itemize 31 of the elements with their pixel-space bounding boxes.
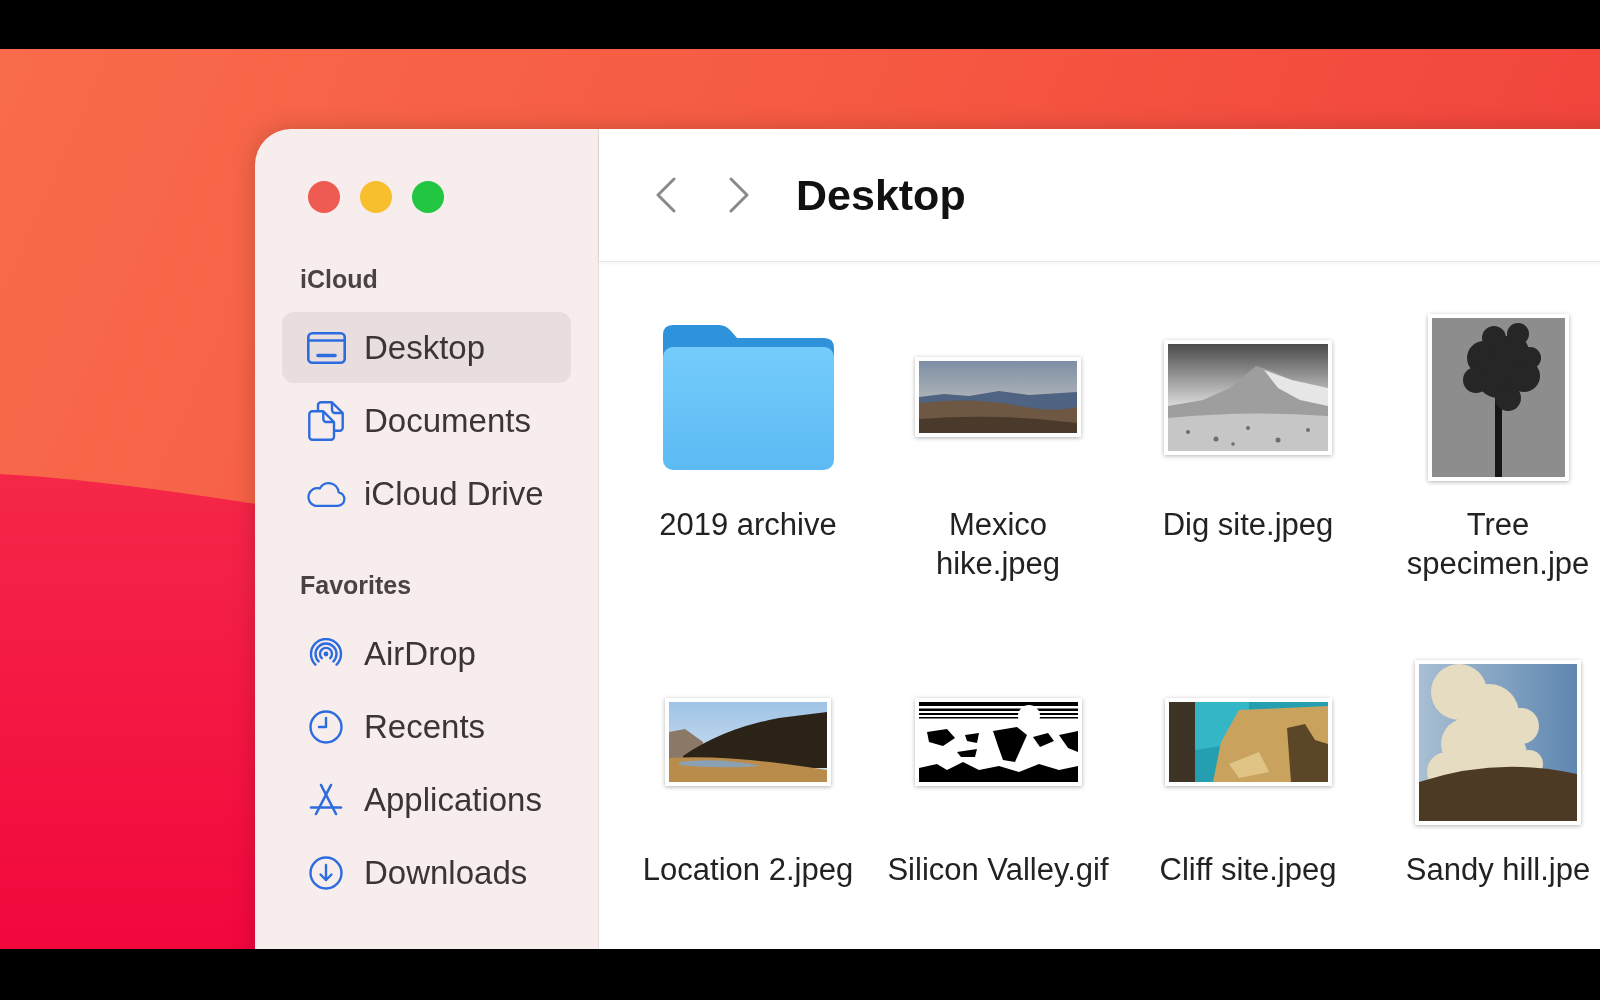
a-glyph-icon	[309, 782, 343, 817]
back-button[interactable]	[654, 177, 678, 213]
chevron-left-icon	[654, 177, 678, 213]
close-button[interactable]	[308, 181, 340, 213]
file-name: Tree specimen.jpe	[1405, 506, 1591, 583]
folder-icon[interactable]	[662, 324, 834, 470]
forward-button[interactable]	[727, 177, 751, 213]
sidebar-item[interactable]: Desktop	[282, 312, 571, 383]
documents-icon	[308, 400, 344, 441]
file-name: Mexico hike.jpeg	[934, 506, 1062, 583]
window-title: Desktop	[796, 173, 966, 217]
sidebar-item[interactable]: Recents	[282, 691, 571, 762]
chevron-right-icon	[727, 177, 751, 213]
sidebar-item[interactable]: Downloads	[282, 837, 571, 908]
clock-icon	[309, 709, 343, 744]
file-name: Silicon Valley.gif	[886, 851, 1110, 889]
section-header: iCloud	[299, 264, 379, 294]
section-header: Favorites	[299, 570, 413, 600]
sidebar-item[interactable]: Applications	[282, 764, 571, 835]
sidebar-item[interactable]: iCloud Drive	[282, 458, 571, 529]
broadcast-icon	[309, 638, 343, 669]
file-name: Location 2.jpeg	[641, 851, 855, 889]
file-name: Dig site.jpeg	[1161, 506, 1335, 544]
sidebar-item[interactable]: AirDrop	[282, 618, 571, 689]
display-icon	[306, 331, 346, 364]
file-name: 2019 archive	[658, 506, 838, 544]
cloud-icon	[306, 479, 346, 508]
download-icon	[309, 855, 343, 890]
file-name: Cliff site.jpeg	[1158, 851, 1338, 889]
file-name: Sandy hill.jpe	[1404, 851, 1592, 889]
sidebar-item[interactable]: Documents	[282, 385, 571, 456]
